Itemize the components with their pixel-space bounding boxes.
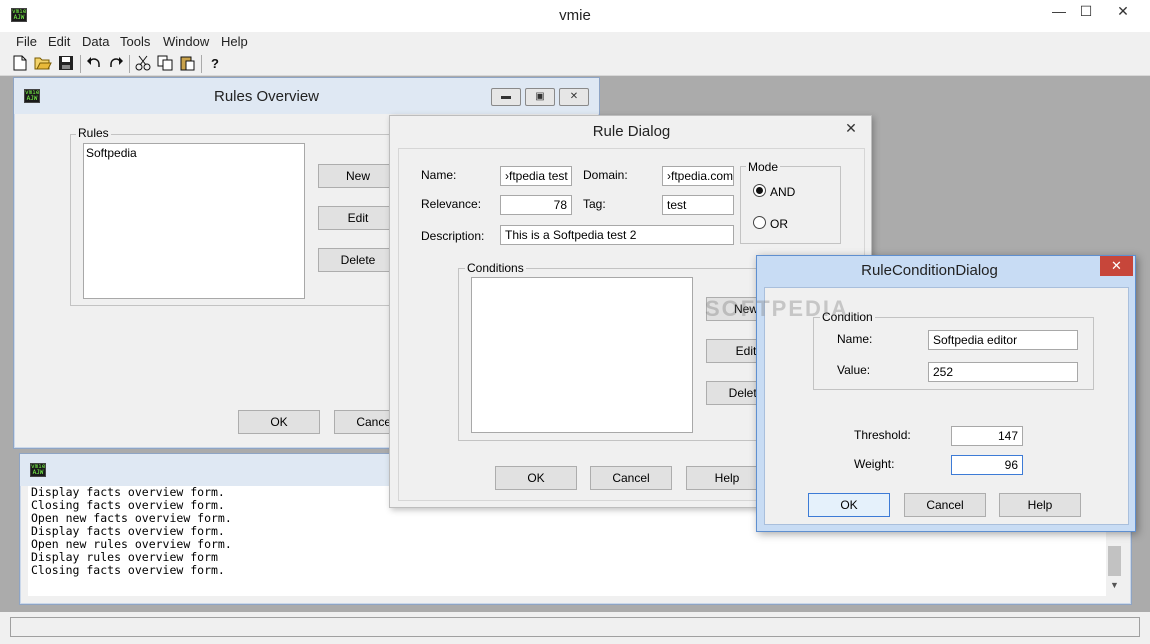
paste-icon[interactable] (177, 55, 197, 73)
description-input[interactable]: This is a Softpedia test 2 (500, 225, 734, 245)
toolbar-separator (201, 55, 202, 73)
copy-icon[interactable] (155, 55, 175, 73)
mode-and-radio[interactable] (753, 184, 766, 197)
name-label: Name: (421, 168, 457, 182)
app-title: vmie (559, 7, 591, 24)
toolbar-separator (80, 55, 81, 73)
close-icon[interactable]: ✕ (1100, 256, 1133, 276)
ok-button[interactable]: OK (808, 493, 890, 517)
mode-or-radio[interactable] (753, 216, 766, 229)
domain-label: Domain: (583, 168, 628, 182)
menu-tools[interactable]: Tools (120, 34, 150, 49)
menu-file[interactable]: File (16, 34, 37, 49)
help-icon[interactable]: ? (205, 55, 225, 73)
condition-name-input[interactable]: Softpedia editor (928, 330, 1078, 350)
mode-and-label: AND (770, 185, 796, 199)
log-line: Closing facts overview form. (31, 563, 225, 577)
minimize-icon[interactable]: — (1044, 0, 1074, 24)
cancel-button[interactable]: Cancel (590, 466, 672, 490)
menu-edit[interactable]: Edit (48, 34, 70, 49)
rule-condition-dialog-title: RuleConditionDialog (861, 262, 998, 279)
new-rule-button[interactable]: New (318, 164, 398, 188)
cancel-button[interactable]: Cancel (904, 493, 986, 517)
conditions-group-label: Conditions (465, 261, 526, 275)
close-icon[interactable]: ✕ (1100, 0, 1146, 24)
new-doc-icon[interactable] (10, 55, 30, 73)
undo-icon[interactable] (84, 55, 104, 73)
domain-input[interactable]: ›ftpedia.com (662, 166, 734, 186)
mode-group-label: Mode (746, 160, 781, 174)
redo-icon[interactable] (106, 55, 126, 73)
close-icon[interactable]: ✕ (559, 88, 589, 106)
status-field (10, 617, 1140, 637)
ok-button[interactable]: OK (495, 466, 577, 490)
menu-data[interactable]: Data (82, 34, 109, 49)
tag-label: Tag: (583, 197, 606, 211)
close-icon[interactable]: ✕ (836, 118, 866, 138)
delete-rule-button[interactable]: Delete (318, 248, 398, 272)
mode-or-label: OR (770, 217, 788, 231)
rules-group-label: Rules (76, 126, 111, 140)
rules-listbox[interactable]: Softpedia (83, 143, 305, 299)
scrollbar-thumb[interactable] (1108, 546, 1121, 576)
toolbar-separator (129, 55, 130, 73)
menu-window[interactable]: Window (163, 34, 209, 49)
watermark-text: SOFTPEDIA (705, 296, 849, 321)
cut-icon[interactable] (133, 55, 153, 73)
weight-input[interactable]: 96 (951, 455, 1023, 475)
threshold-label: Threshold: (854, 428, 911, 442)
rule-dialog-title: Rule Dialog (592, 123, 671, 140)
minimize-icon[interactable]: ▬ (491, 88, 521, 106)
condition-value-input[interactable]: 252 (928, 362, 1078, 382)
help-button[interactable]: Help (999, 493, 1081, 517)
threshold-input[interactable]: 147 (951, 426, 1023, 446)
open-folder-icon[interactable] (33, 55, 53, 73)
save-icon[interactable] (56, 55, 76, 73)
app-icon: vmie AJW (30, 463, 46, 477)
restore-icon[interactable]: ▣ (525, 88, 555, 106)
rules-overview-title: Rules Overview (213, 88, 320, 105)
condition-value-label: Value: (837, 363, 871, 377)
scroll-down-icon[interactable]: ▼ (1106, 580, 1123, 594)
edit-rule-button[interactable]: Edit (318, 206, 398, 230)
menu-help[interactable]: Help (221, 34, 248, 49)
relevance-input[interactable]: 78 (500, 195, 572, 215)
relevance-label: Relevance: (421, 197, 482, 211)
ok-button[interactable]: OK (238, 410, 320, 434)
mode-group (740, 166, 841, 244)
conditions-listbox[interactable] (471, 277, 693, 433)
maximize-icon[interactable]: ☐ (1072, 0, 1100, 24)
list-item[interactable]: Softpedia (86, 146, 302, 160)
weight-label: Weight: (854, 457, 895, 471)
name-input[interactable]: ›ftpedia test (500, 166, 572, 186)
tag-input[interactable]: test (662, 195, 734, 215)
description-label: Description: (421, 229, 485, 243)
condition-dialog-body: Condition Name: Softpedia editor Value: … (764, 287, 1129, 525)
condition-name-label: Name: (837, 332, 873, 346)
